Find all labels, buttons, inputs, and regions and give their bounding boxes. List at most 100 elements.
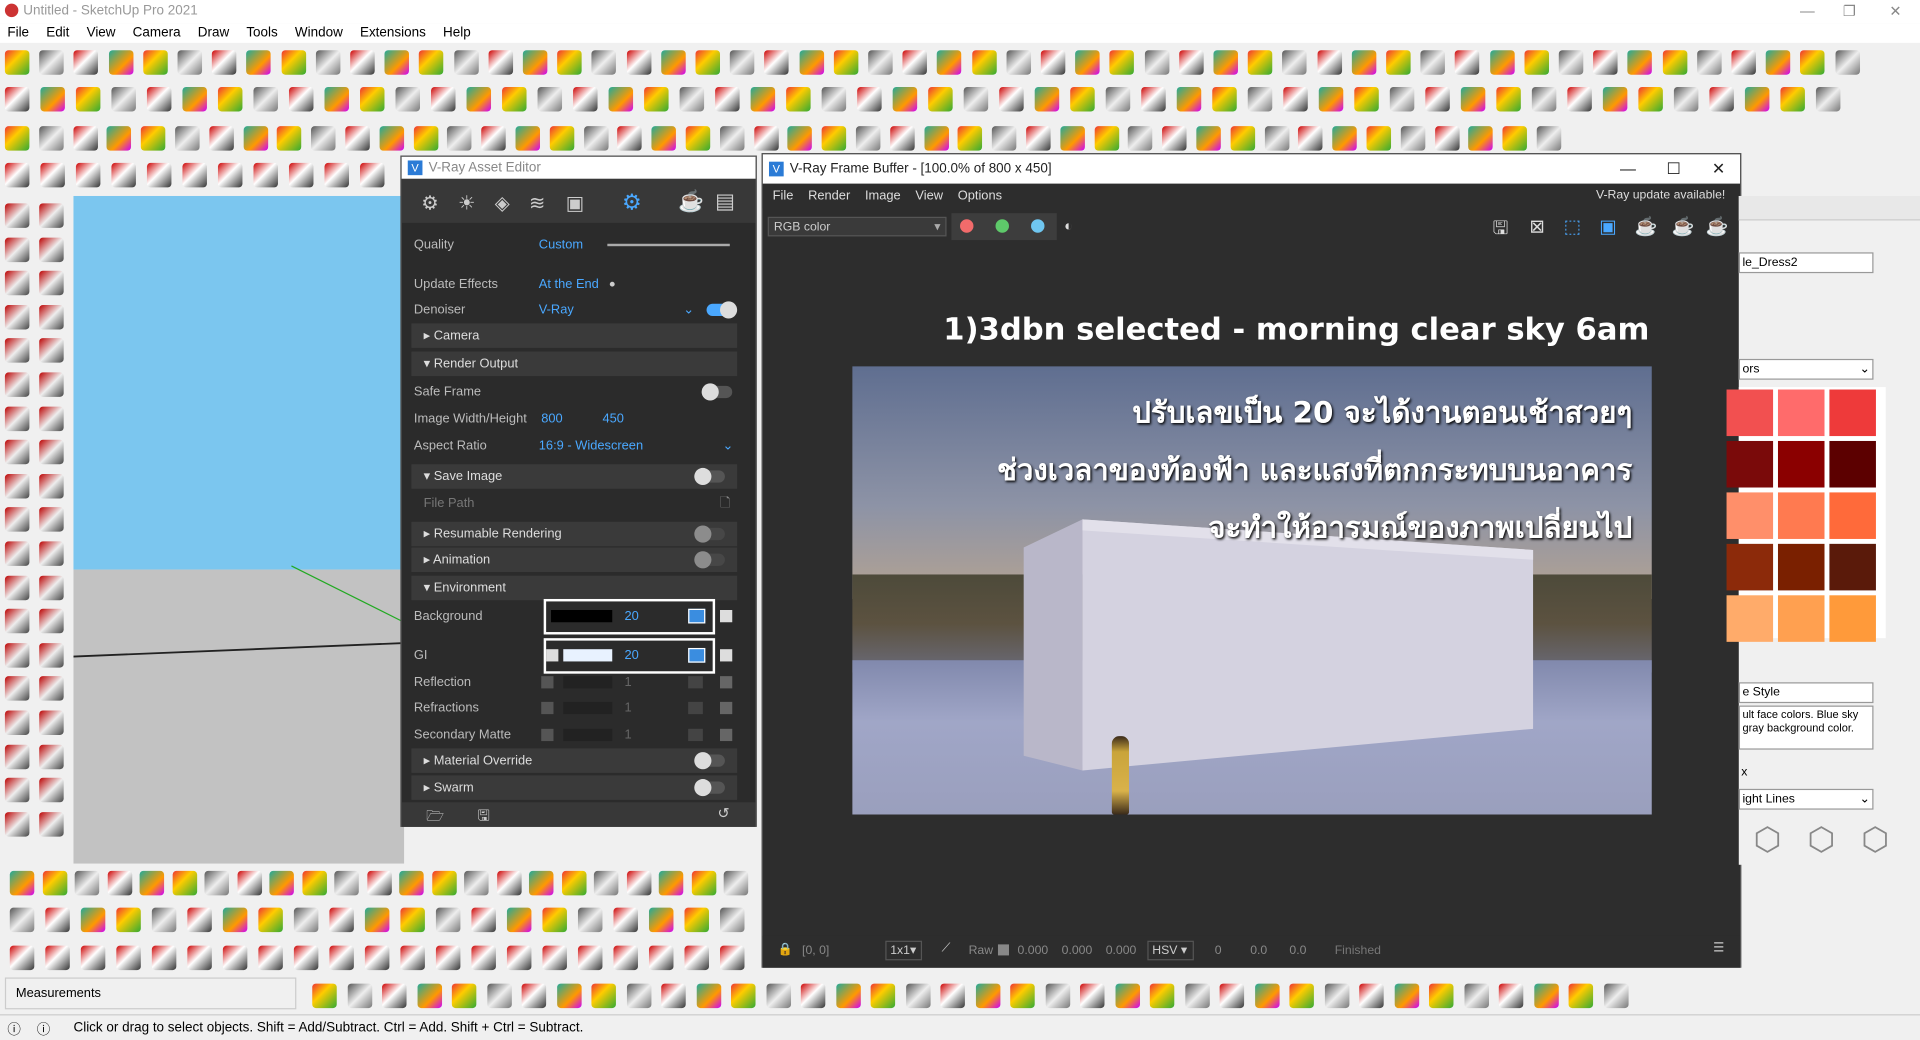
toolbar-tool-icon[interactable] <box>1568 983 1594 1009</box>
file-icon[interactable]: 🗋 <box>720 491 730 515</box>
toolbar-tool-icon[interactable] <box>288 86 314 112</box>
drawing-tool-icon[interactable] <box>4 270 30 296</box>
drawing-tool-icon[interactable] <box>4 676 30 702</box>
toolbar-tool-icon[interactable] <box>1318 86 1344 112</box>
toolbar-tool-icon[interactable] <box>679 86 705 112</box>
toolbar-tool-icon[interactable] <box>151 945 177 971</box>
toolbar-tool-icon[interactable] <box>648 907 674 933</box>
toolbar-tool-icon[interactable] <box>1420 50 1446 75</box>
toolbar-tool-icon[interactable] <box>1212 86 1237 112</box>
drawing-tool-icon[interactable] <box>39 710 64 735</box>
toolbar-tool-icon[interactable] <box>447 126 472 151</box>
toolbar-tool-icon[interactable] <box>431 870 457 896</box>
toolbar-tool-icon[interactable] <box>593 870 619 896</box>
material-name-field[interactable]: le_Dress2 <box>1738 252 1874 274</box>
toolbar-tool-icon[interactable] <box>561 870 586 896</box>
toolbar-tool-icon[interactable] <box>382 983 407 1009</box>
color-swatch[interactable] <box>1777 492 1825 539</box>
toolbar-tool-icon[interactable] <box>613 945 638 971</box>
materials-tab-icon[interactable]: ⚙ <box>421 191 439 215</box>
update-effects-slider[interactable] <box>609 281 615 287</box>
toolbar-tool-icon[interactable] <box>4 162 30 188</box>
drawing-tool-icon[interactable] <box>39 575 64 600</box>
toolbar-tool-icon[interactable] <box>146 162 172 188</box>
close-button[interactable]: ✕ <box>1889 2 1901 19</box>
quality-slider[interactable] <box>607 243 730 247</box>
update-notice[interactable]: V-Ray update available! <box>1596 184 1725 208</box>
toolbar-tool-icon[interactable] <box>42 870 67 896</box>
drawing-tool-icon[interactable] <box>39 609 64 634</box>
toolbar-tool-icon[interactable] <box>209 126 234 151</box>
swarm-section[interactable]: ▸ Swarm <box>411 775 738 800</box>
toolbar-tool-icon[interactable] <box>246 50 272 75</box>
toolbar-tool-icon[interactable] <box>1455 50 1480 75</box>
toolbar-tool-icon[interactable] <box>685 126 711 151</box>
info-icon[interactable]: ⓘ <box>37 1019 50 1039</box>
render-interactive-icon[interactable]: ☕ <box>1635 216 1658 238</box>
toolbar-tool-icon[interactable] <box>765 983 791 1009</box>
animation-toggle[interactable] <box>694 551 725 569</box>
toolbar-tool-icon[interactable] <box>1034 86 1060 112</box>
reflection-override-checkbox[interactable] <box>541 676 554 689</box>
toolbar-tool-icon[interactable] <box>1332 126 1357 151</box>
toolbar-tool-icon[interactable] <box>720 945 745 971</box>
drawing-tool-icon[interactable] <box>39 270 64 296</box>
drawing-tool-icon[interactable] <box>4 642 30 668</box>
quality-value[interactable]: Custom <box>539 233 583 257</box>
minimize-button[interactable]: — <box>1620 159 1636 177</box>
clear-image-icon[interactable]: ⊠ <box>1529 216 1544 238</box>
toolbar-tool-icon[interactable] <box>821 86 847 112</box>
toolbar-tool-icon[interactable] <box>1638 86 1663 112</box>
green-channel-button[interactable] <box>995 219 1009 233</box>
toolbar-tool-icon[interactable] <box>413 126 438 151</box>
toolbar-tool-icon[interactable] <box>1282 50 1308 75</box>
toolbar-tool-icon[interactable] <box>764 50 790 75</box>
toolbar-tool-icon[interactable] <box>366 870 392 896</box>
toolbar-tool-icon[interactable] <box>1744 86 1770 112</box>
gi-override-checkbox[interactable] <box>546 649 559 662</box>
toolbar-tool-icon[interactable] <box>1230 126 1255 151</box>
drawing-tool-icon[interactable] <box>4 372 30 397</box>
toolbar-tool-icon[interactable] <box>626 50 651 75</box>
toolbar-tool-icon[interactable] <box>187 907 212 933</box>
cube-style-icon[interactable]: ⬡ <box>1807 821 1835 859</box>
toolbar-tool-icon[interactable] <box>151 907 177 933</box>
toolbar-tool-icon[interactable] <box>217 162 243 188</box>
toolbar-tool-icon[interactable] <box>182 86 207 112</box>
safe-frame-toggle[interactable] <box>701 383 733 401</box>
drawing-tool-icon[interactable] <box>4 609 30 634</box>
toolbar-tool-icon[interactable] <box>143 50 168 75</box>
save-image-icon[interactable]: 🖫 <box>1493 216 1509 247</box>
secondary-matte-color-swatch[interactable] <box>563 728 613 742</box>
toolbar-tool-icon[interactable] <box>648 945 674 971</box>
toolbar-tool-icon[interactable] <box>1254 983 1279 1009</box>
toolbar-tool-icon[interactable] <box>963 86 989 112</box>
texture-slot-icon[interactable] <box>688 728 703 742</box>
toolbar-tool-icon[interactable] <box>730 50 755 75</box>
toolbar-tool-icon[interactable] <box>39 50 64 75</box>
toolbar-tool-icon[interactable] <box>658 870 684 896</box>
toolbar-tool-icon[interactable] <box>1247 50 1273 75</box>
camera-section[interactable]: ▸ Camera <box>411 323 738 348</box>
toolbar-tool-icon[interactable] <box>40 162 65 188</box>
drawing-tool-icon[interactable] <box>4 473 30 499</box>
color-swatch[interactable] <box>1829 389 1876 437</box>
settings-tab-icon[interactable]: ⚙ <box>622 190 642 216</box>
toolbar-tool-icon[interactable] <box>1603 983 1628 1009</box>
toolbar-tool-icon[interactable] <box>613 907 638 933</box>
toolbar-tool-icon[interactable] <box>937 50 962 75</box>
toolbar-tool-icon[interactable] <box>1070 86 1095 112</box>
toolbar-tool-icon[interactable] <box>75 162 101 188</box>
drawing-tool-icon[interactable] <box>39 439 64 465</box>
toolbar-tool-icon[interactable] <box>892 86 918 112</box>
aspect-value[interactable]: 16:9 - Widescreen <box>539 434 643 458</box>
color-swatch[interactable] <box>1777 543 1825 591</box>
toolbar-tool-icon[interactable] <box>1351 50 1377 75</box>
toolbar-tool-icon[interactable] <box>696 983 721 1009</box>
resumable-toggle[interactable] <box>694 525 725 543</box>
background-color-swatch[interactable] <box>551 610 613 623</box>
toolbar-tool-icon[interactable] <box>75 86 101 112</box>
refractions-override-checkbox[interactable] <box>541 701 554 715</box>
drawing-tool-icon[interactable] <box>4 710 30 735</box>
toolbar-tool-icon[interactable] <box>212 50 237 75</box>
